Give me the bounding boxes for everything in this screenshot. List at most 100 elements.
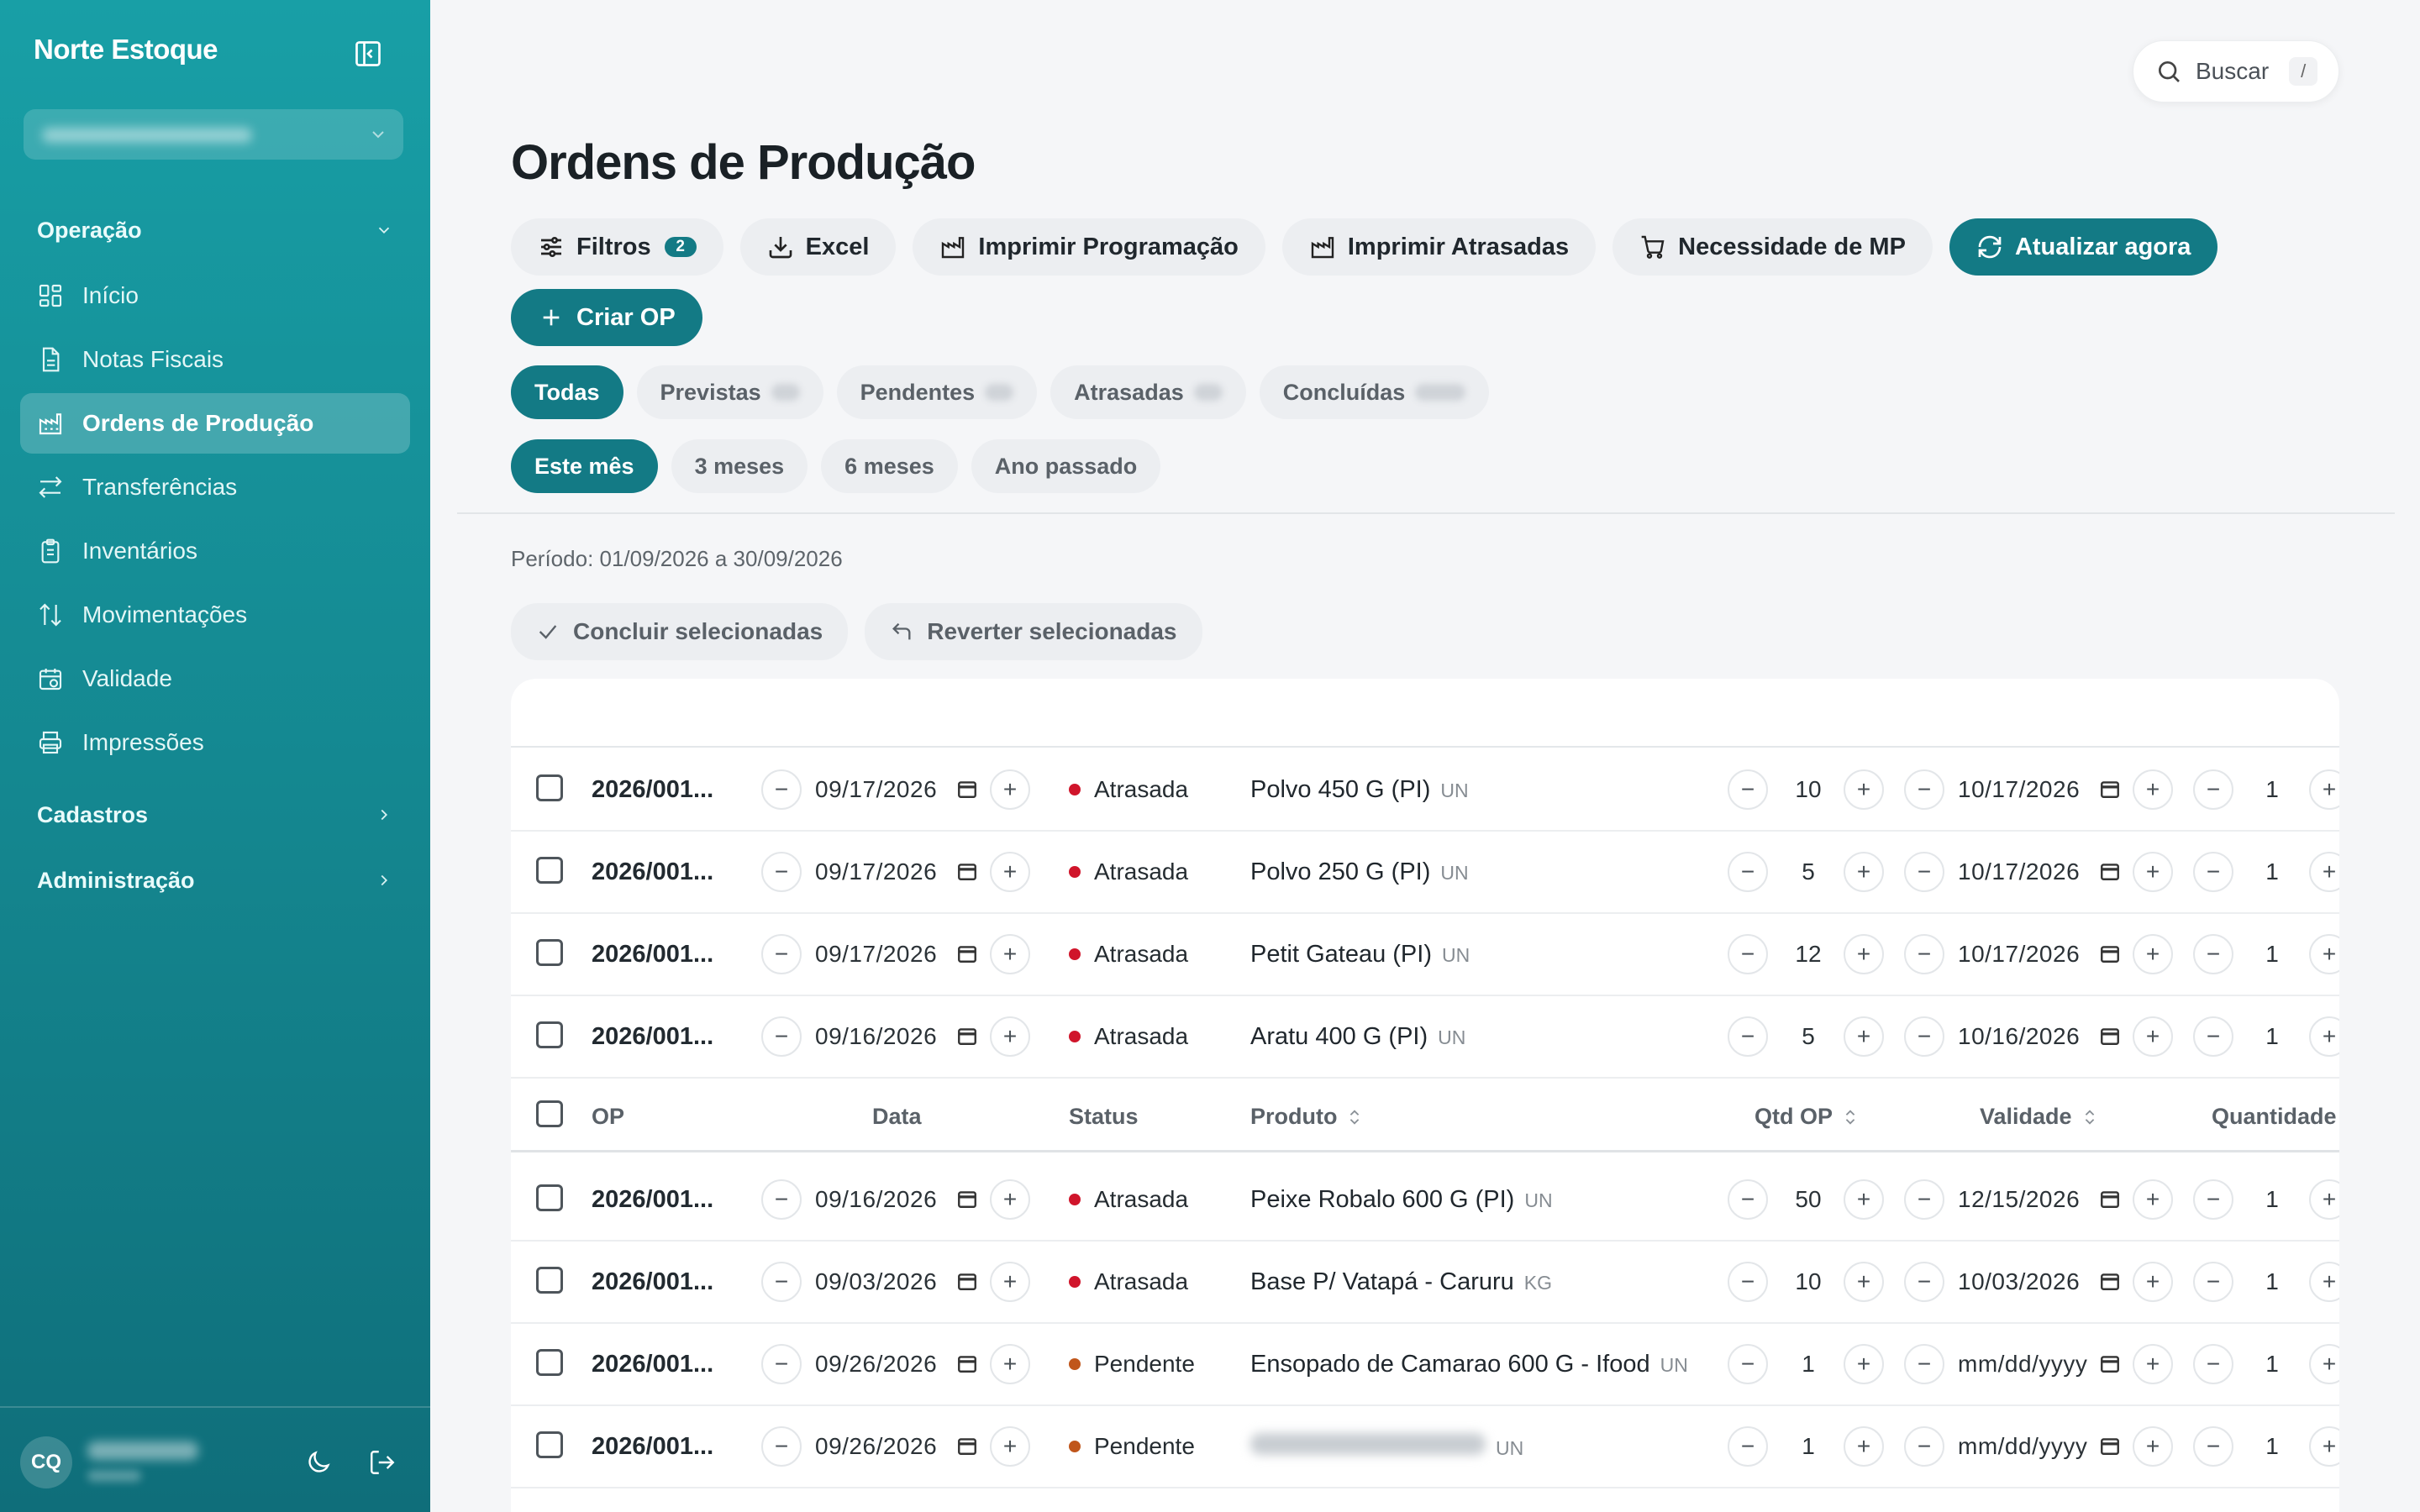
- sidebar-item-movimentacoes[interactable]: Movimentações: [20, 585, 410, 645]
- calendar-icon[interactable]: [2099, 1352, 2121, 1374]
- calendar-icon[interactable]: [956, 1435, 978, 1457]
- validity-increment-button[interactable]: +: [2133, 1426, 2173, 1467]
- date-increment-button[interactable]: +: [990, 1262, 1030, 1302]
- quantity-increment-button[interactable]: +: [2309, 934, 2339, 974]
- calendar-icon[interactable]: [956, 1270, 978, 1292]
- tab-atrasadas[interactable]: Atrasadas: [1050, 365, 1246, 419]
- row-checkbox[interactable]: [536, 1267, 563, 1294]
- op-number[interactable]: 2026/001...: [592, 1351, 713, 1378]
- date-increment-button[interactable]: +: [990, 769, 1030, 810]
- qty-op-increment-button[interactable]: +: [1844, 1179, 1884, 1220]
- sidebar-item-validade[interactable]: Validade: [20, 648, 410, 709]
- period-last-year[interactable]: Ano passado: [971, 439, 1161, 493]
- quantity-input[interactable]: 1: [2247, 1268, 2297, 1295]
- column-header-qty-op[interactable]: Qtd OP: [1754, 1104, 1860, 1130]
- date-input[interactable]: 09/26/2026: [815, 1351, 937, 1378]
- qty-op-decrement-button[interactable]: −: [1728, 934, 1768, 974]
- calendar-icon[interactable]: [956, 860, 978, 882]
- qty-op-input[interactable]: 10: [1783, 776, 1833, 803]
- qty-op-increment-button[interactable]: +: [1844, 1262, 1884, 1302]
- date-increment-button[interactable]: +: [990, 852, 1030, 892]
- validity-decrement-button[interactable]: −: [1904, 769, 1944, 810]
- op-number[interactable]: 2026/001...: [592, 776, 713, 804]
- quantity-increment-button[interactable]: +: [2309, 769, 2339, 810]
- quantity-increment-button[interactable]: +: [2309, 1179, 2339, 1220]
- date-increment-button[interactable]: +: [990, 1016, 1030, 1057]
- qty-op-decrement-button[interactable]: −: [1728, 1016, 1768, 1057]
- tab-pendentes[interactable]: Pendentes: [836, 365, 1038, 419]
- create-op-button[interactable]: Criar OP: [511, 289, 702, 346]
- date-decrement-button[interactable]: −: [761, 1262, 802, 1302]
- filters-button[interactable]: Filtros 2: [511, 218, 723, 276]
- row-checkbox[interactable]: [536, 939, 563, 966]
- row-checkbox[interactable]: [536, 1431, 563, 1458]
- date-decrement-button[interactable]: −: [761, 1344, 802, 1384]
- row-checkbox[interactable]: [536, 1184, 563, 1211]
- tab-todas[interactable]: Todas: [511, 365, 623, 419]
- column-header-validity[interactable]: Validade: [1980, 1104, 2099, 1130]
- refresh-now-button[interactable]: Atualizar agora: [1949, 218, 2218, 276]
- qty-op-increment-button[interactable]: +: [1844, 934, 1884, 974]
- complete-selected-button[interactable]: Concluir selecionadas: [511, 603, 849, 660]
- qty-op-input[interactable]: 12: [1783, 941, 1833, 968]
- qty-op-decrement-button[interactable]: −: [1728, 1426, 1768, 1467]
- logout-icon[interactable]: [368, 1448, 397, 1477]
- section-cadastros[interactable]: Cadastros: [37, 798, 393, 832]
- date-input[interactable]: 09/17/2026: [815, 858, 937, 885]
- date-input[interactable]: 09/16/2026: [815, 1023, 937, 1050]
- validity-increment-button[interactable]: +: [2133, 934, 2173, 974]
- sidebar-item-notas-fiscais[interactable]: Notas Fiscais: [20, 329, 410, 390]
- quantity-input[interactable]: 1: [2247, 1433, 2297, 1460]
- quantity-decrement-button[interactable]: −: [2193, 769, 2233, 810]
- date-decrement-button[interactable]: −: [761, 1426, 802, 1467]
- qty-op-increment-button[interactable]: +: [1844, 769, 1884, 810]
- calendar-icon[interactable]: [2099, 778, 2121, 800]
- validity-input[interactable]: 10/17/2026: [1958, 776, 2080, 803]
- revert-selected-button[interactable]: Reverter selecionadas: [865, 603, 1202, 660]
- date-decrement-button[interactable]: −: [761, 934, 802, 974]
- row-checkbox[interactable]: [536, 1021, 563, 1048]
- date-decrement-button[interactable]: −: [761, 1179, 802, 1220]
- qty-op-input[interactable]: 1: [1783, 1433, 1833, 1460]
- period-this-month[interactable]: Este mês: [511, 439, 658, 493]
- calendar-icon[interactable]: [956, 778, 978, 800]
- sidebar-item-inicio[interactable]: Início: [20, 265, 410, 326]
- calendar-icon[interactable]: [956, 942, 978, 964]
- qty-op-decrement-button[interactable]: −: [1728, 1179, 1768, 1220]
- quantity-decrement-button[interactable]: −: [2193, 934, 2233, 974]
- quantity-decrement-button[interactable]: −: [2193, 1016, 2233, 1057]
- qty-op-increment-button[interactable]: +: [1844, 1016, 1884, 1057]
- qty-op-decrement-button[interactable]: −: [1728, 852, 1768, 892]
- qty-op-decrement-button[interactable]: −: [1728, 1262, 1768, 1302]
- quantity-decrement-button[interactable]: −: [2193, 1179, 2233, 1220]
- section-administracao[interactable]: Administração: [37, 864, 393, 897]
- select-all-checkbox[interactable]: [536, 1100, 563, 1127]
- calendar-icon[interactable]: [2099, 1025, 2121, 1047]
- search-button[interactable]: Buscar /: [2133, 40, 2339, 102]
- qty-op-increment-button[interactable]: +: [1844, 852, 1884, 892]
- qty-op-input[interactable]: 10: [1783, 1268, 1833, 1295]
- validity-input[interactable]: mm/dd/yyyy: [1958, 1433, 2087, 1460]
- quantity-increment-button[interactable]: +: [2309, 1344, 2339, 1384]
- validity-input[interactable]: 12/15/2026: [1958, 1186, 2080, 1213]
- sidebar-item-impressoes[interactable]: Impressões: [20, 712, 410, 773]
- calendar-icon[interactable]: [956, 1352, 978, 1374]
- validity-decrement-button[interactable]: −: [1904, 1344, 1944, 1384]
- column-header-product[interactable]: Produto: [1250, 1104, 1364, 1130]
- quantity-input[interactable]: 1: [2247, 1351, 2297, 1378]
- sidebar-collapse-icon[interactable]: [353, 39, 383, 69]
- organization-select[interactable]: [24, 109, 403, 160]
- date-decrement-button[interactable]: −: [761, 769, 802, 810]
- date-increment-button[interactable]: +: [990, 934, 1030, 974]
- quantity-input[interactable]: 1: [2247, 1186, 2297, 1213]
- date-increment-button[interactable]: +: [990, 1426, 1030, 1467]
- validity-decrement-button[interactable]: −: [1904, 1016, 1944, 1057]
- quantity-increment-button[interactable]: +: [2309, 1016, 2339, 1057]
- moon-icon[interactable]: [304, 1448, 333, 1477]
- calendar-icon[interactable]: [2099, 860, 2121, 882]
- row-checkbox[interactable]: [536, 774, 563, 801]
- section-operacao[interactable]: Operação: [37, 213, 393, 247]
- quantity-decrement-button[interactable]: −: [2193, 852, 2233, 892]
- date-input[interactable]: 09/16/2026: [815, 1186, 937, 1213]
- validity-decrement-button[interactable]: −: [1904, 1262, 1944, 1302]
